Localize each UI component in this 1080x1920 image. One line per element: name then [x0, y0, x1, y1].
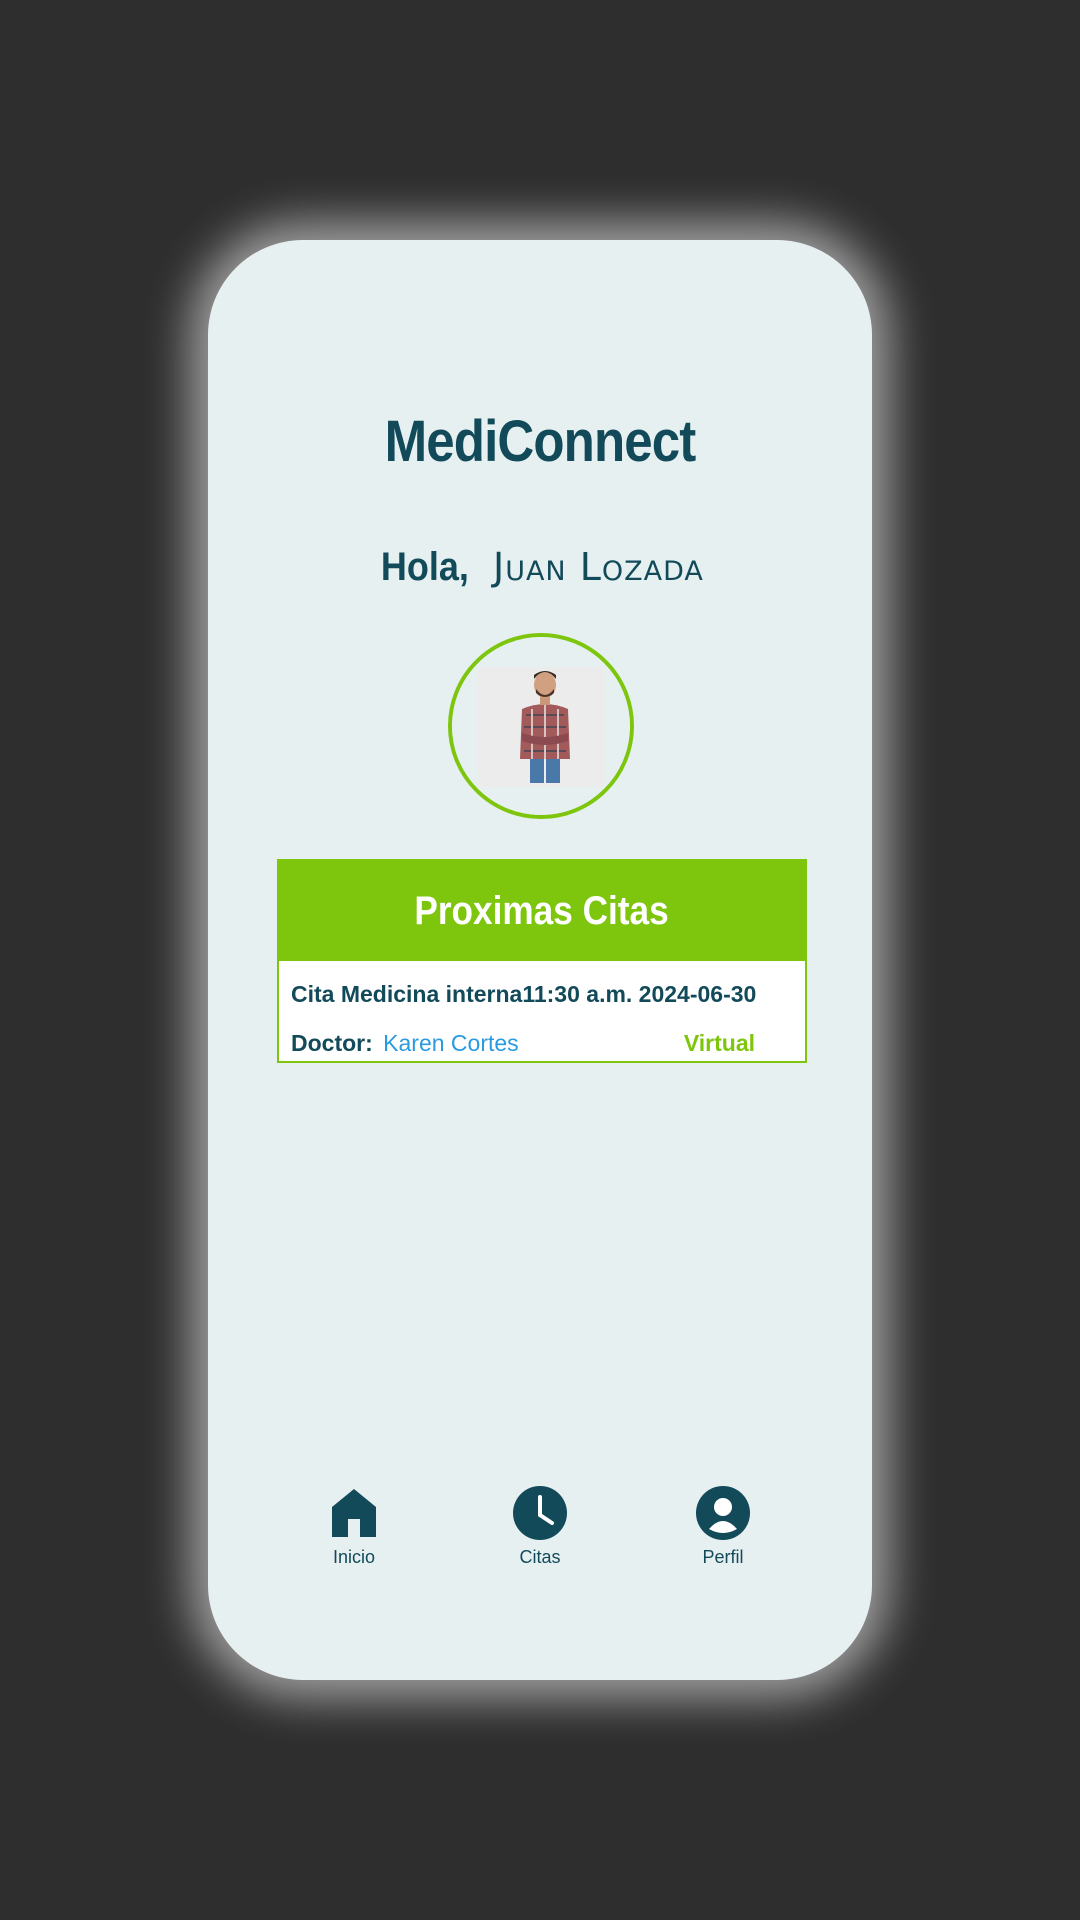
phone-screen: MediConnect Hola, Juan Lozada Proximas C…	[208, 240, 872, 1680]
user-circle-icon	[696, 1486, 750, 1540]
user-photo	[452, 637, 630, 815]
nav-label-perfil: Perfil	[702, 1547, 744, 1567]
doctor-label: Doctor:	[291, 1030, 373, 1056]
bottom-nav: Inicio Citas Perfil	[208, 1485, 872, 1575]
clock-icon	[513, 1486, 567, 1540]
nav-label-inicio: Inicio	[332, 1547, 376, 1567]
nav-item-citas[interactable]: Citas	[480, 1485, 600, 1568]
greeting-prefix: Hola,	[380, 545, 470, 589]
appointment-doctor-row: Doctor: Karen Cortes Virtual	[291, 1030, 791, 1057]
greeting: Hola, Juan Lozada	[208, 545, 872, 590]
user-name: Juan Lozada	[492, 545, 704, 589]
nav-item-perfil[interactable]: Perfil	[663, 1485, 783, 1568]
appointments-header-label: Proximas Citas	[414, 888, 670, 933]
nav-label-citas: Citas	[519, 1547, 561, 1567]
nav-item-inicio[interactable]: Inicio	[294, 1485, 414, 1568]
appointment-summary: Cita Medicina interna11:30 a.m. 2024-06-…	[291, 981, 757, 1007]
app-title: MediConnect	[384, 409, 697, 474]
doctor-name-link[interactable]: Karen Cortes	[383, 1030, 519, 1056]
avatar[interactable]	[448, 633, 634, 819]
appointments-header: Proximas Citas	[279, 861, 805, 961]
home-icon	[332, 1489, 376, 1537]
appointment-modality: Virtual	[683, 1030, 755, 1056]
appointment-card[interactable]: Proximas Citas Cita Medicina interna11:3…	[277, 859, 807, 1063]
